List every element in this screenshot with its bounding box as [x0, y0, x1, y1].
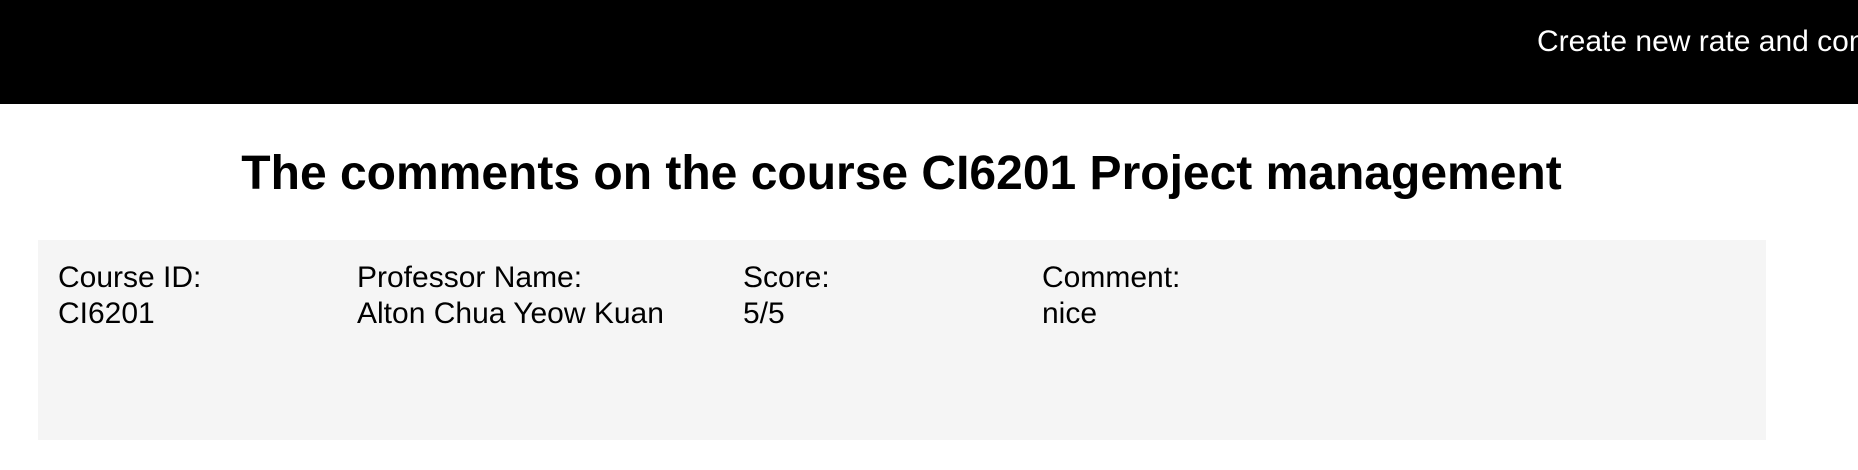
course-id-value: CI6201: [58, 297, 155, 330]
score-field: Score: 5/5: [743, 260, 830, 332]
professor-field: Professor Name: Alton Chua Yeow Kuan: [357, 260, 664, 332]
comment-value: nice: [1042, 297, 1098, 330]
course-id-field: Course ID: CI6201: [58, 260, 201, 332]
create-rate-comment-link[interactable]: Create new rate and comment: [1537, 22, 1858, 62]
professor-label: Professor Name:: [357, 261, 583, 294]
top-nav-bar: Create new rate and comment: [0, 0, 1858, 104]
comment-label: Comment:: [1042, 261, 1181, 294]
comment-field: Comment: nice: [1042, 260, 1180, 332]
score-label: Score:: [743, 261, 830, 294]
page-title: The comments on the course CI6201 Projec…: [241, 147, 1562, 200]
course-id-label: Course ID:: [58, 261, 202, 294]
score-value: 5/5: [743, 297, 785, 330]
professor-value: Alton Chua Yeow Kuan: [357, 297, 664, 330]
comment-card: Course ID: CI6201 Professor Name: Alton …: [38, 240, 1766, 440]
